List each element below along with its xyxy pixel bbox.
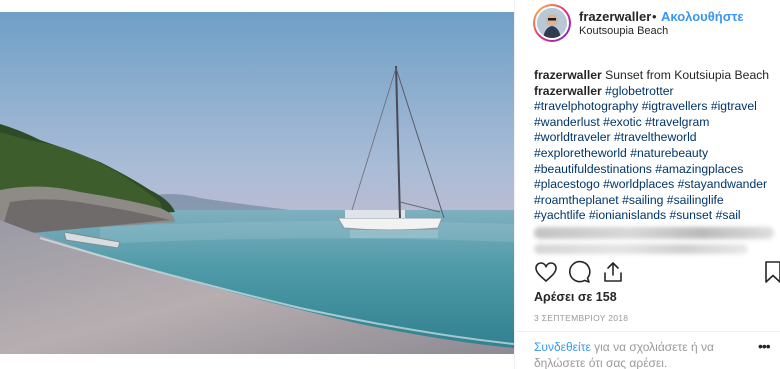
share-icon[interactable] — [601, 260, 627, 286]
location-link[interactable]: Koutsoupia Beach — [579, 25, 668, 37]
post-header: frazerwaller • Ακολουθήστε Koutsoupia Be… — [515, 0, 780, 48]
avatar[interactable] — [533, 4, 571, 42]
hashtag-line[interactable]: #beautifuldestinations #amazingplaces — [534, 162, 779, 178]
hashtag-link[interactable]: #globetrotter — [605, 84, 673, 98]
heart-icon[interactable] — [534, 260, 560, 286]
action-bar — [531, 260, 780, 286]
hashtag-line[interactable]: #wanderlust #exotic #travelgram — [534, 115, 779, 131]
hashtag-line[interactable]: #roamtheplanet #sailing #sailinglife — [534, 193, 779, 209]
bookmark-icon[interactable] — [761, 260, 780, 286]
sailboat-sunset-image — [0, 12, 514, 354]
blurred-comment — [534, 244, 748, 254]
caption-text: Sunset from Koutsiupia Beach — [605, 68, 770, 82]
post-photo[interactable] — [0, 12, 514, 354]
likes-count[interactable]: Αρέσει σε 158 — [534, 290, 617, 304]
hashtag-line[interactable]: #placestogo #worldplaces #stayandwander — [534, 177, 779, 193]
blurred-comment — [534, 227, 774, 239]
caption-first-line: frazerwaller Sunset from Koutsiupia Beac… — [534, 68, 779, 84]
caption-second-line: frazerwaller #globetrotter — [534, 84, 779, 100]
caption: frazerwaller Sunset from Koutsiupia Beac… — [534, 68, 779, 224]
header-username[interactable]: frazerwaller — [579, 9, 651, 24]
comment-icon[interactable] — [567, 260, 593, 286]
caption-username-2[interactable]: frazerwaller — [534, 84, 602, 98]
hashtag-line[interactable]: #worldtraveler #traveltheworld — [534, 130, 779, 146]
login-link[interactable]: Συνδεθείτε — [534, 340, 591, 354]
post-date[interactable]: 3 ΣΕΠΤΕΜΒΡΙΟΥ 2018 — [534, 313, 628, 323]
follow-button[interactable]: Ακολουθήστε — [661, 9, 744, 24]
caption-username[interactable]: frazerwaller — [534, 68, 602, 82]
header-separator: • — [652, 9, 657, 24]
hashtag-line[interactable]: #travelphotography #igtravellers #igtrav… — [534, 99, 779, 115]
hashtag-line[interactable]: #exploretheworld #naturebeauty — [534, 146, 779, 162]
more-options-button[interactable]: ••• — [758, 338, 771, 354]
hashtag-line[interactable]: #yachtlife #ionianislands #sunset #sail — [534, 208, 779, 224]
avatar-image — [537, 8, 567, 38]
login-prompt: Συνδεθείτε για να σχολιάσετε ή να δηλώσε… — [534, 339, 764, 369]
divider — [515, 331, 780, 332]
post-sidebar: frazerwaller • Ακολουθήστε Koutsoupia Be… — [514, 0, 780, 369]
